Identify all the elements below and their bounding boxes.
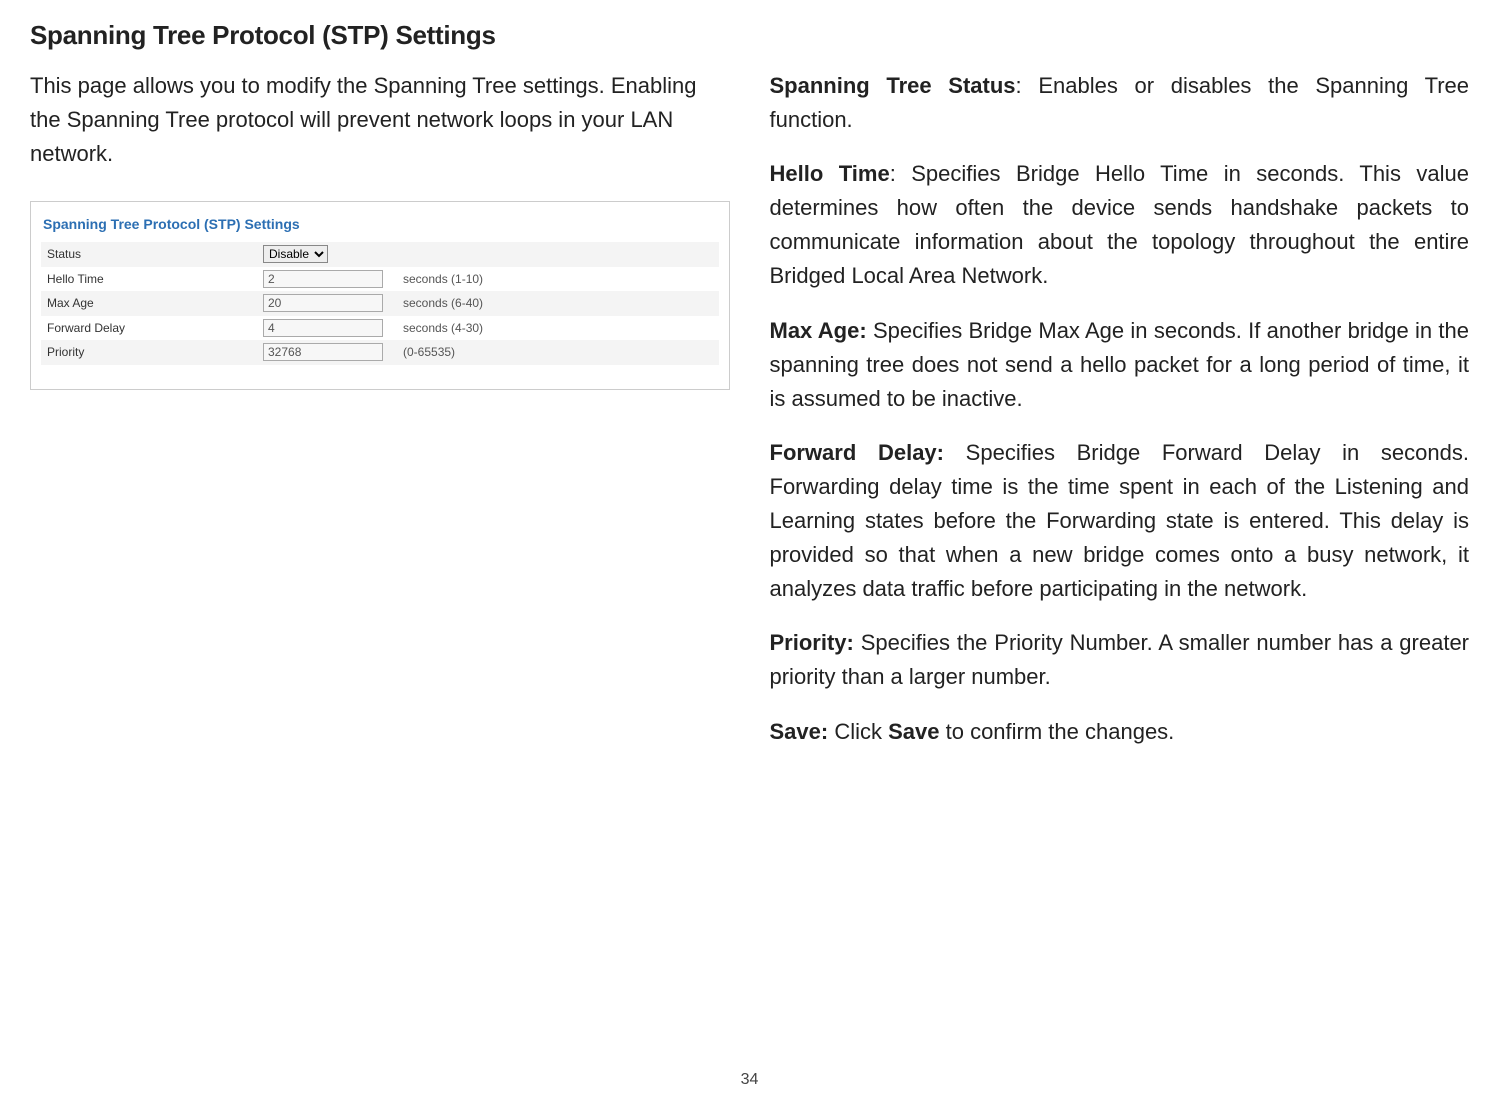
priority-label: Priority xyxy=(41,340,263,365)
maxage-hint: seconds (6-40) xyxy=(393,294,483,313)
content-columns: This page allows you to modify the Spann… xyxy=(30,69,1469,769)
desc-save-end: to confirm the changes. xyxy=(940,719,1175,744)
desc-hello: Hello Time: Specifies Bridge Hello Time … xyxy=(770,157,1470,293)
hello-label: Hello Time xyxy=(41,267,263,292)
fwd-label: Forward Delay xyxy=(41,316,263,341)
row-forward-delay: Forward Delay seconds (4-30) xyxy=(41,316,719,341)
desc-maxage-text: Specifies Bridge Max Age in seconds. If … xyxy=(770,318,1470,411)
desc-priority-text: Specifies the Priority Number. A smaller… xyxy=(770,630,1470,689)
desc-save-label: Save: xyxy=(770,719,829,744)
fwd-input[interactable] xyxy=(263,319,383,337)
page-number: 34 xyxy=(0,1071,1499,1089)
right-column: Spanning Tree Status: Enables or disable… xyxy=(770,69,1470,769)
desc-save: Save: Click Save to confirm the changes. xyxy=(770,715,1470,749)
hello-hint: seconds (1-10) xyxy=(393,270,483,289)
maxage-input[interactable] xyxy=(263,294,383,312)
desc-maxage: Max Age: Specifies Bridge Max Age in sec… xyxy=(770,314,1470,416)
priority-hint: (0-65535) xyxy=(393,343,455,362)
status-label: Status xyxy=(41,242,263,267)
desc-priority: Priority: Specifies the Priority Number.… xyxy=(770,626,1470,694)
desc-save-bold: Save xyxy=(888,719,939,744)
desc-save-mid: Click xyxy=(828,719,888,744)
desc-fwd-label: Forward Delay: xyxy=(770,440,945,465)
intro-text: This page allows you to modify the Spann… xyxy=(30,69,730,171)
desc-fwd: Forward Delay: Specifies Bridge Forward … xyxy=(770,436,1470,606)
desc-status: Spanning Tree Status: Enables or disable… xyxy=(770,69,1470,137)
row-max-age: Max Age seconds (6-40) xyxy=(41,291,719,316)
desc-maxage-label: Max Age: xyxy=(770,318,867,343)
fwd-hint: seconds (4-30) xyxy=(393,319,483,338)
stp-config-panel: Spanning Tree Protocol (STP) Settings St… xyxy=(30,201,730,390)
desc-hello-label: Hello Time xyxy=(770,161,890,186)
priority-input[interactable] xyxy=(263,343,383,361)
row-status: Status Disable xyxy=(41,242,719,267)
left-column: This page allows you to modify the Spann… xyxy=(30,69,730,769)
hello-input[interactable] xyxy=(263,270,383,288)
row-priority: Priority (0-65535) xyxy=(41,340,719,365)
panel-heading: Spanning Tree Protocol (STP) Settings xyxy=(41,210,719,242)
maxage-label: Max Age xyxy=(41,291,263,316)
status-select[interactable]: Disable xyxy=(263,245,328,263)
desc-status-label: Spanning Tree Status xyxy=(770,73,1016,98)
page-title: Spanning Tree Protocol (STP) Settings xyxy=(30,20,1469,51)
desc-priority-label: Priority: xyxy=(770,630,854,655)
row-hello-time: Hello Time seconds (1-10) xyxy=(41,267,719,292)
